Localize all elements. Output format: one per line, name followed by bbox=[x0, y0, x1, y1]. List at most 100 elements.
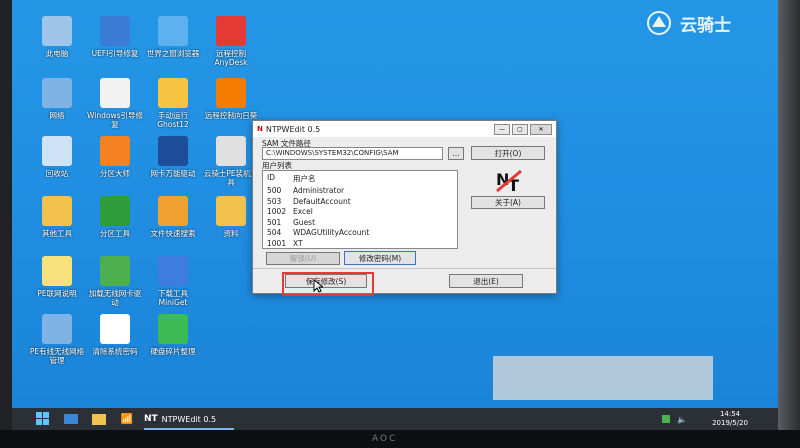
pdf-icon bbox=[42, 256, 72, 286]
taskbar-wifi-app[interactable]: 📶 bbox=[116, 410, 138, 428]
desktop-icon-label: 远程控制向日葵 bbox=[204, 111, 258, 120]
monitor-brand: AOC bbox=[372, 434, 398, 444]
clock[interactable]: 14:54 2019/5/20 bbox=[712, 410, 748, 428]
desktop-icon[interactable]: PE联网说明 bbox=[28, 256, 86, 298]
clock-date: 2019/5/20 bbox=[712, 419, 748, 427]
speaker-icon: 🔈 bbox=[677, 414, 687, 424]
browse-button[interactable]: ... bbox=[448, 147, 464, 160]
desktop-icon[interactable]: 加载无线网卡驱动 bbox=[86, 256, 144, 307]
desktop-icon[interactable]: 网络 bbox=[28, 78, 86, 120]
defrag-icon bbox=[158, 314, 188, 344]
user-id: 501 bbox=[267, 217, 282, 227]
partition-master-icon bbox=[100, 136, 130, 166]
desktop-icon[interactable]: 手动运行Ghost12 bbox=[144, 78, 202, 129]
antenna-icon: 📶 bbox=[120, 413, 134, 425]
user-name: Administrator bbox=[293, 186, 345, 195]
desktop-icon-label: 分区大师 bbox=[100, 169, 130, 178]
desktop-icon[interactable]: 清除系统密码 bbox=[86, 314, 144, 356]
desktop-icon[interactable]: 远程控制向日葵 bbox=[202, 78, 260, 120]
open-button[interactable]: 打开(O) bbox=[471, 146, 545, 160]
desktop-icon[interactable]: 世界之窗浏览器 bbox=[144, 16, 202, 58]
desktop-icon-label: PE联网说明 bbox=[37, 289, 77, 298]
nt-logo-icon: N T bbox=[496, 169, 522, 195]
desktop-icon[interactable]: 下载工具MiniGet bbox=[144, 256, 202, 307]
folder-icon bbox=[216, 196, 246, 226]
desktop-icon[interactable]: 此电脑 bbox=[28, 16, 86, 58]
minimize-button[interactable]: — bbox=[494, 124, 510, 135]
file-search-icon bbox=[158, 196, 188, 226]
change-password-button[interactable]: 修改密码(M) bbox=[344, 251, 416, 265]
desktop-icon-label: UEFI引导修复 bbox=[91, 49, 139, 58]
user-name: Guest bbox=[293, 217, 316, 227]
sam-path-field[interactable]: C:\WINDOWS\SYSTEM32\CONFIG\SAM bbox=[262, 147, 443, 160]
desktop-icon-label: 下载工具MiniGet bbox=[158, 289, 188, 307]
monitor-bezel bbox=[0, 430, 800, 448]
desktop-icon[interactable]: 分区工具 bbox=[86, 196, 144, 238]
desktop-icon[interactable]: 硬盘碎片整理 bbox=[144, 314, 202, 356]
recycle-bin-icon bbox=[42, 136, 72, 166]
network-icon bbox=[42, 78, 72, 108]
desktop-icon[interactable]: 其他工具 bbox=[28, 196, 86, 238]
user-name: Excel bbox=[293, 207, 313, 216]
desktop-icon[interactable]: 回收站 bbox=[28, 136, 86, 178]
user-row[interactable]: 1002 Excel bbox=[263, 207, 457, 218]
window-controls: — ▢ ✕ bbox=[494, 124, 552, 135]
desktop-icon[interactable]: 网卡万能驱动 bbox=[144, 136, 202, 178]
user-rows: 500 Administrator 503 DefaultAccount 1002 Exc… bbox=[263, 186, 457, 249]
taskbar-explorer[interactable] bbox=[88, 410, 110, 428]
user-name: XT bbox=[293, 238, 303, 248]
desktop-icon[interactable]: PE有线无线网络管理 bbox=[28, 314, 86, 365]
uefi-repair-icon bbox=[100, 16, 130, 46]
user-row[interactable]: 504 WDAGUtilityAccount bbox=[263, 228, 457, 239]
desktop-icon-label: PE有线无线网络管理 bbox=[29, 347, 85, 365]
anydesk-icon bbox=[216, 16, 246, 46]
column-username: 用户名 bbox=[293, 174, 316, 183]
monitor-right-edge bbox=[778, 0, 800, 430]
user-row[interactable]: 500 Administrator bbox=[263, 186, 457, 197]
windows-boot-icon bbox=[100, 78, 130, 108]
user-id: 1002 bbox=[267, 207, 287, 216]
desktop-icon-label: 手动运行Ghost12 bbox=[157, 111, 189, 129]
user-row[interactable]: 1001 XT bbox=[263, 239, 457, 250]
watermark: 云骑士 bbox=[644, 8, 778, 38]
user-list-header: ID 用户名 bbox=[263, 171, 457, 184]
close-button[interactable]: ✕ bbox=[530, 124, 552, 135]
user-name: DefaultAccount bbox=[293, 196, 351, 206]
exit-button[interactable]: 退出(E) bbox=[449, 274, 523, 288]
ghost-icon bbox=[158, 78, 188, 108]
blurred-overlay bbox=[493, 356, 713, 400]
column-id: ID bbox=[267, 173, 275, 182]
divider bbox=[253, 268, 556, 269]
taskbar-network-app[interactable] bbox=[60, 410, 82, 428]
tray-icon[interactable] bbox=[660, 410, 672, 428]
user-name: WDAGUtilityAccount bbox=[293, 228, 370, 237]
desktop-icon[interactable]: Windows引导修复 bbox=[86, 78, 144, 129]
desktop-icon-label: 网络 bbox=[49, 111, 65, 120]
user-row[interactable]: 501 Guest bbox=[263, 218, 457, 229]
ntpwedit-icon bbox=[100, 314, 130, 344]
network-manager-icon bbox=[42, 314, 72, 344]
user-row[interactable]: 503 DefaultAccount bbox=[263, 197, 457, 208]
tray-status-icon bbox=[662, 415, 670, 423]
desktop-icon[interactable]: 远程控制AnyDesk bbox=[202, 16, 260, 67]
sunflower-icon bbox=[216, 78, 246, 108]
highlight-box bbox=[282, 272, 374, 296]
clock-time: 14:54 bbox=[719, 410, 741, 418]
desktop-icon[interactable]: 分区大师 bbox=[86, 136, 144, 178]
volume-tray[interactable]: 🔈 bbox=[676, 410, 688, 428]
taskbar-ntpwedit[interactable]: NT NTPWEdit 0.5 bbox=[144, 410, 234, 430]
window-title: NTPWEdit 0.5 bbox=[265, 124, 321, 134]
about-button[interactable]: 关于(A) bbox=[471, 196, 545, 209]
desktop-icon[interactable]: UEFI引导修复 bbox=[86, 16, 144, 58]
desktop-icon-label: Windows引导修复 bbox=[87, 111, 143, 129]
taskbar-app-label: NTPWEdit 0.5 bbox=[161, 414, 217, 424]
browser-globe-icon bbox=[158, 16, 188, 46]
desktop-icon-label: 网卡万能驱动 bbox=[150, 169, 196, 178]
monitor-left-edge bbox=[0, 0, 12, 430]
unlock-button[interactable]: 解锁(U) bbox=[266, 252, 340, 265]
desktop-icon[interactable]: 文件快速搜索 bbox=[144, 196, 202, 238]
start-button[interactable] bbox=[32, 410, 54, 428]
partition-tool-icon bbox=[100, 196, 130, 226]
maximize-button[interactable]: ▢ bbox=[512, 124, 528, 135]
user-id: 500 bbox=[267, 186, 282, 195]
